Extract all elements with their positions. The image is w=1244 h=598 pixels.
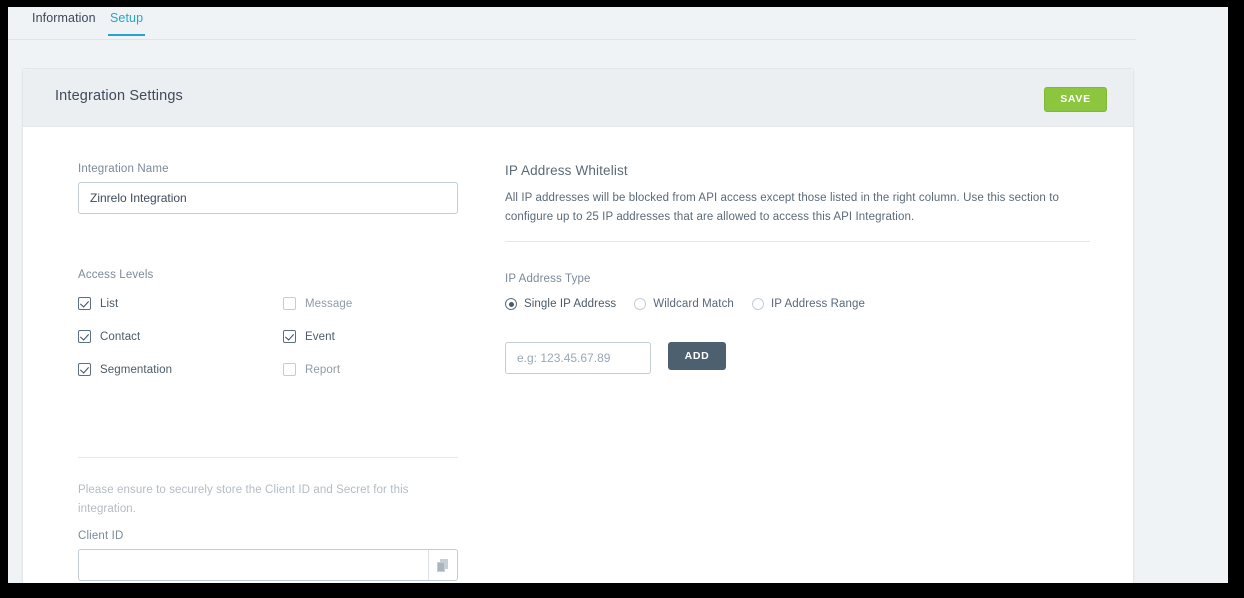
- save-button[interactable]: SAVE: [1044, 87, 1107, 112]
- ip-whitelist-description: All IP addresses will be blocked from AP…: [505, 192, 1060, 223]
- radio-box-ip-address-range[interactable]: [751, 298, 764, 310]
- left-divider: [78, 457, 458, 458]
- integration-name-group: Integration Name: [78, 163, 458, 214]
- checkbox-box-list[interactable]: [78, 297, 91, 310]
- checkbox-box-event[interactable]: [283, 330, 296, 343]
- radio-label-ip-address-range: IP Address Range: [770, 298, 866, 310]
- tab-information[interactable]: Information: [30, 11, 98, 34]
- checkbox-box-report[interactable]: [283, 363, 296, 376]
- integration-name-label: Integration Name: [78, 163, 169, 175]
- checkbox-label-contact: Contact: [100, 330, 141, 343]
- client-id-group: Client ID: [78, 530, 458, 581]
- right-divider: [505, 241, 1090, 242]
- tab-bar: Information Setup: [8, 7, 1136, 40]
- tab-information-label: Information: [32, 11, 96, 25]
- checkbox-box-segmentation[interactable]: [78, 363, 91, 376]
- checkbox-contact[interactable]: Contact: [78, 330, 140, 343]
- client-id-input[interactable]: [78, 549, 458, 581]
- client-id-input-wrapper: [78, 549, 458, 581]
- client-id-label: Client ID: [78, 530, 124, 542]
- ip-address-type-group: IP Address Type Single IP Address Wildca…: [505, 273, 883, 310]
- access-levels-group: Access Levels List Contact Segmentation …: [78, 269, 458, 393]
- checkbox-report[interactable]: Report: [283, 363, 340, 376]
- copy-icon[interactable]: [428, 550, 457, 580]
- radio-single-ip-address[interactable]: Single IP Address: [505, 298, 616, 310]
- ip-address-add-row: ADD: [505, 342, 726, 374]
- radio-wildcard-match[interactable]: Wildcard Match: [634, 298, 734, 310]
- radio-label-single-ip-address: Single IP Address: [524, 298, 617, 310]
- checkbox-event[interactable]: Event: [283, 330, 335, 343]
- ip-address-type-label: IP Address Type: [505, 273, 591, 285]
- checkbox-box-message[interactable]: [283, 297, 296, 310]
- radio-ip-address-range[interactable]: IP Address Range: [751, 298, 866, 310]
- checkbox-label-segmentation: Segmentation: [100, 363, 173, 376]
- card-body: Integration Name Access Levels List Cont…: [23, 127, 1133, 583]
- add-ip-button[interactable]: ADD: [668, 342, 726, 370]
- ip-address-input[interactable]: [505, 342, 651, 374]
- checkbox-label-list: List: [100, 297, 119, 310]
- checkbox-label-report: Report: [305, 363, 341, 376]
- integration-settings-card: Integration Settings SAVE Integration Na…: [22, 68, 1134, 583]
- integration-name-input[interactable]: [78, 182, 458, 214]
- radio-box-wildcard-match[interactable]: [634, 298, 647, 310]
- checkbox-segmentation[interactable]: Segmentation: [78, 363, 172, 376]
- access-levels-label: Access Levels: [78, 269, 154, 281]
- card-header: Integration Settings SAVE: [23, 69, 1133, 127]
- checkbox-label-event: Event: [305, 330, 335, 343]
- client-credentials-note: Please ensure to securely store the Clie…: [78, 484, 409, 515]
- radio-label-wildcard-match: Wildcard Match: [653, 298, 734, 310]
- checkbox-list[interactable]: List: [78, 297, 118, 310]
- ip-address-type-radios: Single IP Address Wildcard Match IP Addr…: [505, 298, 883, 310]
- ip-whitelist-title: IP Address Whitelist: [505, 163, 628, 178]
- checkbox-box-contact[interactable]: [78, 330, 91, 343]
- radio-box-single-ip-address[interactable]: [505, 298, 517, 310]
- tab-setup-label: Setup: [110, 11, 144, 25]
- tab-setup[interactable]: Setup: [108, 11, 146, 36]
- page-title: Integration Settings: [55, 88, 183, 104]
- checkbox-label-message: Message: [305, 297, 353, 310]
- app-viewport: Information Setup Integration Settings S…: [8, 7, 1228, 583]
- checkbox-message[interactable]: Message: [283, 297, 352, 310]
- access-levels-checkboxes: List Contact Segmentation Message Event …: [78, 297, 458, 393]
